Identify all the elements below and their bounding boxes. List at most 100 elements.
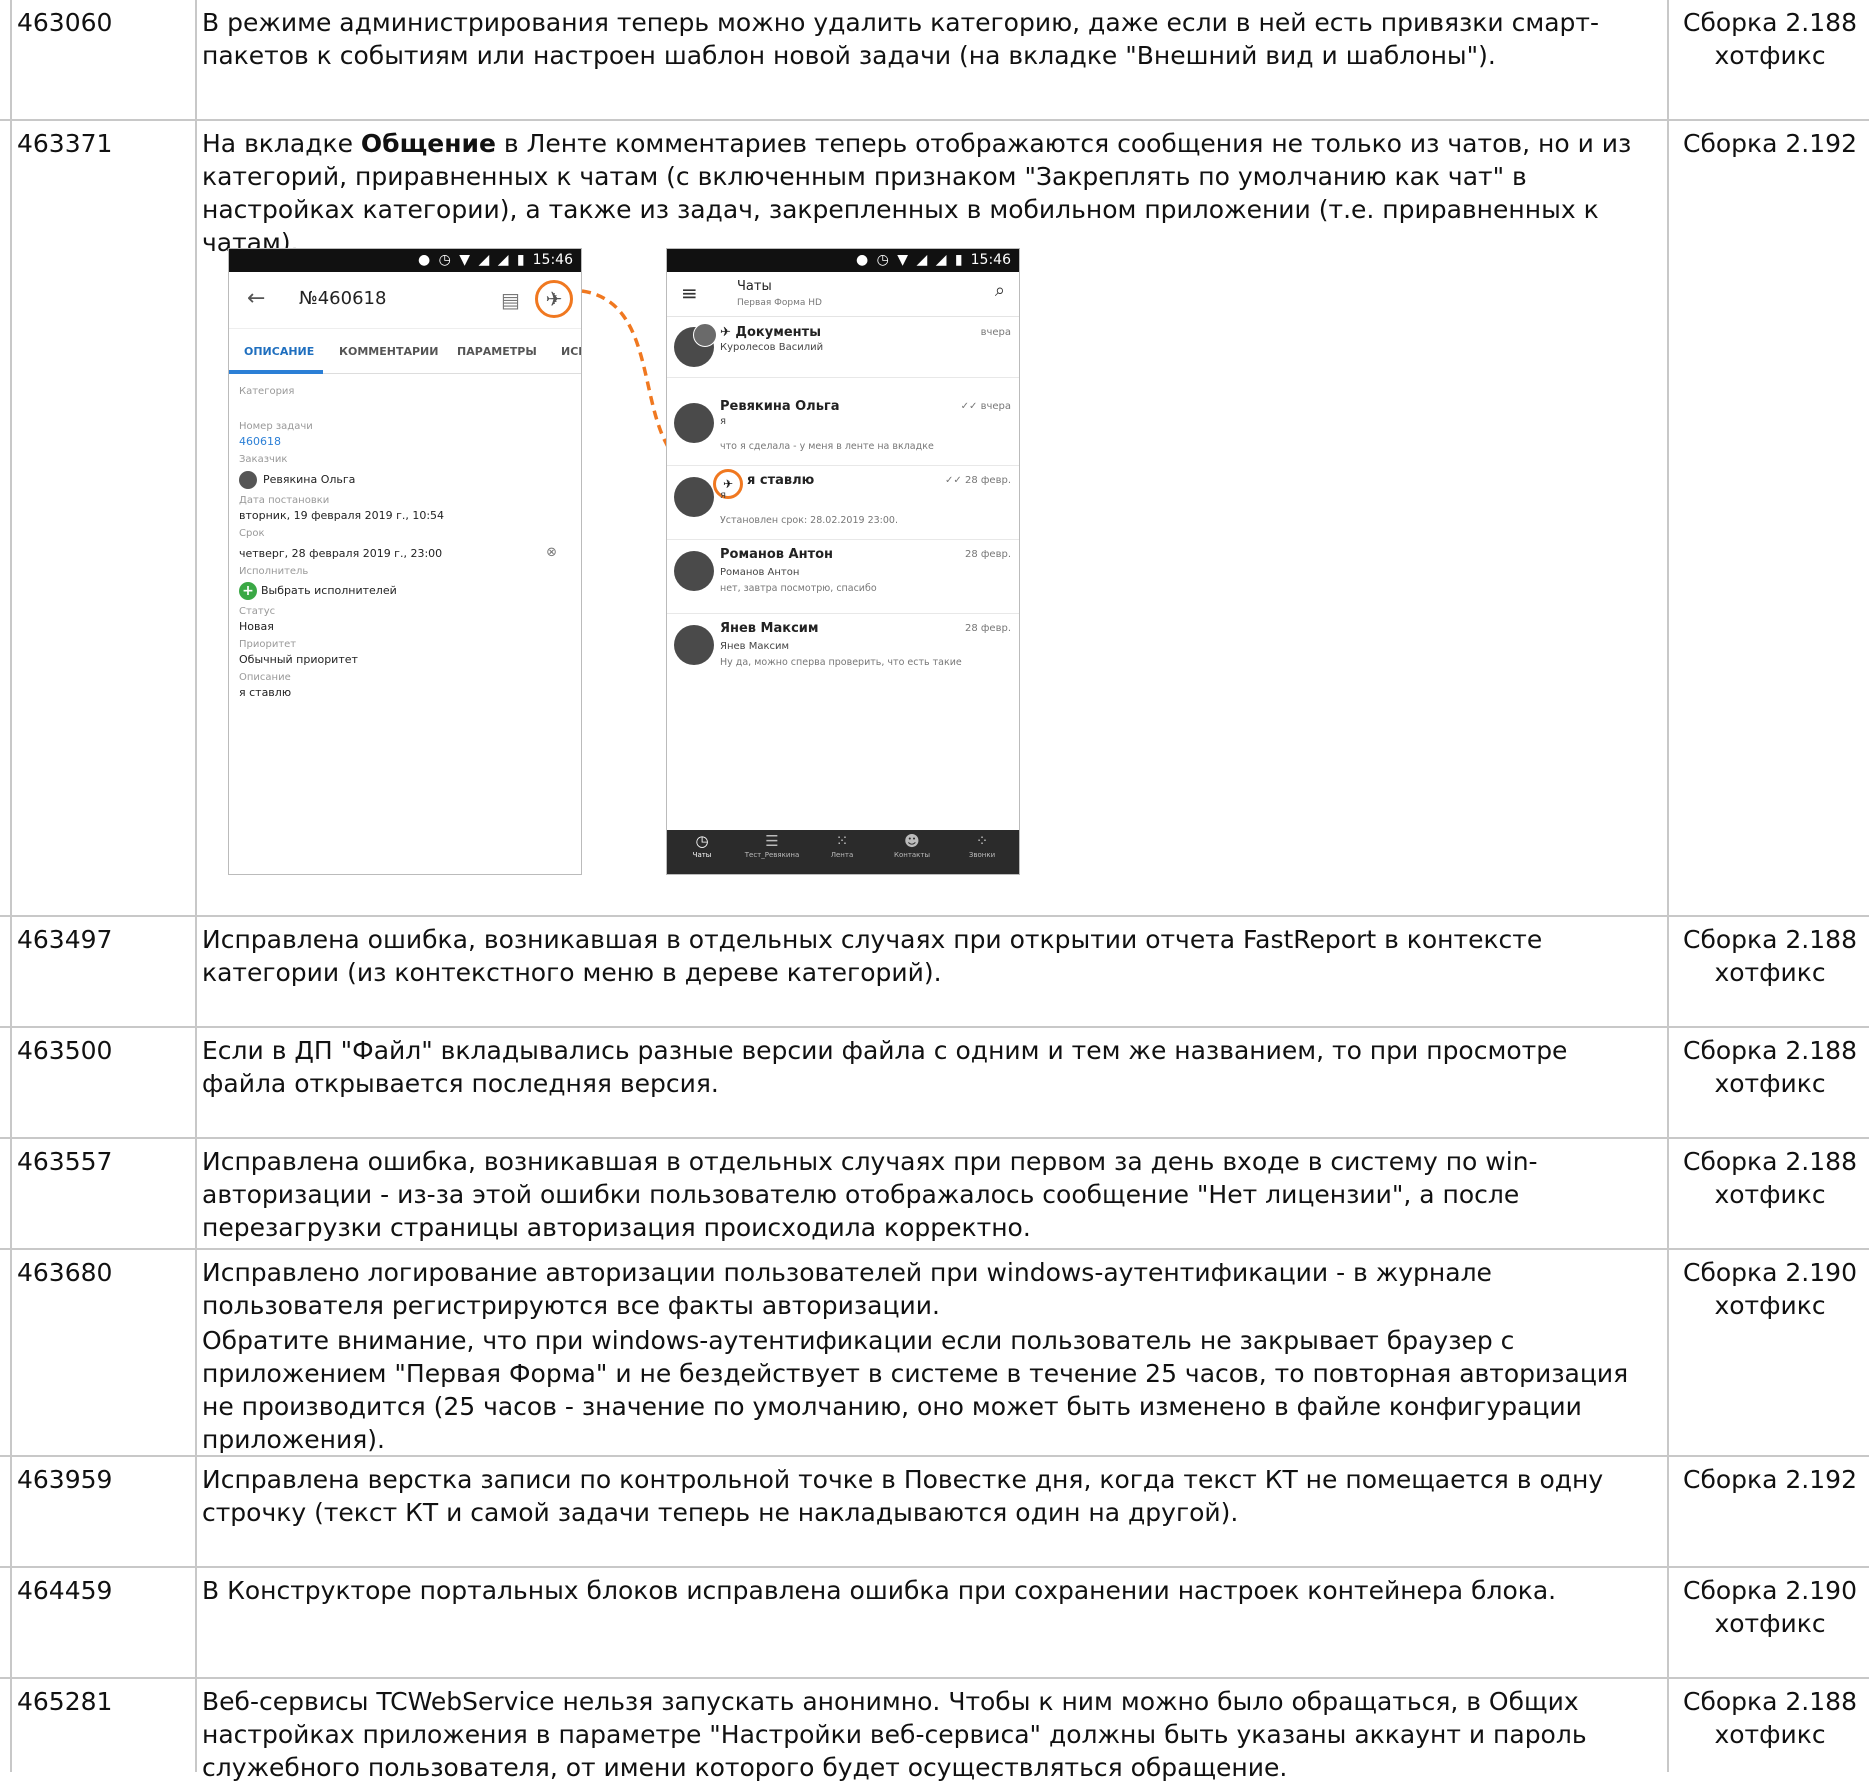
double-check-icon: ✓✓ [945, 475, 965, 486]
row-id: 463371 [17, 129, 113, 158]
table-row: 463959 Исправлена верстка записи по конт… [0, 1457, 1869, 1568]
row-id: 463959 [17, 1465, 113, 1494]
deadline-value[interactable]: четверг, 28 февраля 2019 г., 23:00 ⊗ [239, 545, 571, 560]
task-title: №460618 [299, 288, 387, 309]
field-label: Приоритет [239, 639, 297, 650]
table-row: 463557 Исправлена ошибка, возникавшая в … [0, 1139, 1869, 1250]
pin-icon: ✈ [713, 469, 743, 499]
chat-item[interactable]: Романов Антон 28 февр. Романов Антон нет… [667, 539, 1019, 614]
row-build: Сборка 2.188 хотфикс [1683, 1036, 1857, 1098]
table-row: 463680 Исправлено логирование авторизаци… [0, 1250, 1869, 1457]
avatar [674, 551, 714, 591]
row-description: Исправлено логирование авторизации польз… [202, 1258, 1629, 1454]
task-fields: Категория Номер задачи 460618 Заказчик Р… [229, 374, 581, 705]
field-label: Исполнитель [239, 566, 309, 577]
table-row: 464459 В Конструкторе портальных блоков … [0, 1568, 1869, 1679]
row-build: Сборка 2.190 хотфикс [1683, 1576, 1857, 1638]
table-row: 463500 Если в ДП "Файл" вкладывались раз… [0, 1028, 1869, 1139]
field-label: Срок [239, 528, 265, 539]
table-row: 463060 В режиме администрирования теперь… [0, 0, 1869, 121]
task-tabs: ОПИСАНИЕ КОММЕНТАРИИ ПАРАМЕТРЫ ИСП [229, 329, 581, 374]
chats-subtitle: Первая Форма HD [737, 298, 822, 308]
table-row: 463371 На вкладке Общение в Ленте коммен… [0, 121, 1869, 917]
chat-item[interactable]: Янев Максим 28 февр. Янев Максим Ну да, … [667, 613, 1019, 687]
table-row: 463497 Исправлена ошибка, возникавшая в … [0, 917, 1869, 1028]
field-label: Описание [239, 672, 291, 683]
chats-header: ≡ Чаты Первая Форма HD ⌕ [667, 272, 1019, 317]
row-id: 463680 [17, 1258, 113, 1287]
nav-chats[interactable]: ◷ Чаты [667, 832, 737, 859]
field-value: я ставлю [239, 686, 292, 699]
row-description: В Конструкторе портальных блоков исправл… [202, 1576, 1557, 1605]
row-description: В режиме администрирования теперь можно … [202, 8, 1599, 70]
list-icon: ☰ [765, 832, 779, 850]
task-header: ← №460618 ▤ ✈ [229, 272, 581, 329]
nav-feed[interactable]: ⁙ Лента [807, 832, 877, 859]
row-build: Сборка 2.188 хотфикс [1683, 1687, 1857, 1749]
task-number-link[interactable]: 460618 [239, 435, 571, 448]
column-divider [195, 0, 197, 1772]
tab-parameters[interactable]: ПАРАМЕТРЫ [457, 345, 537, 358]
avatar [674, 403, 714, 443]
changelog-table: 463060 В режиме администрирования теперь… [0, 0, 1869, 1782]
menu-icon[interactable]: ≡ [681, 281, 698, 305]
clear-icon[interactable]: ⊗ [546, 545, 557, 560]
status-bar: ● ◷ ▼ ◢ ◢ ▮ 15:46 [229, 249, 581, 272]
row-description: Исправлена ошибка, возникавшая в отдельн… [202, 925, 1543, 987]
nav-test[interactable]: ☰ Тест_Ревякина [737, 832, 807, 859]
document-icon[interactable]: ▤ [501, 288, 520, 312]
chat-item[interactable]: ✈ я ставлю ✓✓ 28 февр. я Установлен срок… [667, 465, 1019, 540]
avatar [693, 323, 717, 347]
row-build: Сборка 2.192 [1683, 129, 1857, 158]
row-build: Сборка 2.192 [1683, 1465, 1857, 1494]
row-description: На вкладке Общение в Ленте комментариев … [202, 129, 1632, 257]
field-label: Статус [239, 606, 276, 617]
plus-icon: + [239, 582, 257, 600]
nav-contacts[interactable]: ☻ Контакты [877, 832, 947, 859]
back-arrow-icon[interactable]: ← [247, 286, 265, 311]
active-tab-indicator [229, 370, 323, 374]
avatar [674, 477, 714, 517]
tab-description[interactable]: ОПИСАНИЕ [244, 345, 314, 358]
status-bar: ● ◷ ▼ ◢ ◢ ▮ 15:46 [667, 249, 1019, 272]
chat-item[interactable]: Ревякина Ольга ✓✓ вчера я что я сделала … [667, 391, 1019, 466]
grid-icon: ⁙ [835, 832, 849, 850]
row-build: Сборка 2.188 хотфикс [1683, 1147, 1857, 1209]
avatar [239, 471, 257, 489]
field-value: Обычный приоритет [239, 653, 358, 666]
avatar [674, 625, 714, 665]
field-label: Номер задачи [239, 421, 313, 432]
bottom-nav: ◷ Чаты ☰ Тест_Ревякина ⁙ Лента ☻ Контакты ⁘ З… [667, 830, 1019, 874]
row-build: Сборка 2.188 хотфикс [1683, 925, 1857, 987]
row-id: 463497 [17, 925, 113, 954]
people-icon: ☻ [904, 832, 920, 850]
clock-icon: ◷ [695, 832, 709, 850]
pin-icon[interactable]: ✈ [535, 280, 573, 318]
nav-calls[interactable]: ⁘ Звонки [947, 832, 1017, 859]
field-label: Категория [239, 386, 295, 397]
pin-icon: ✈ [720, 325, 736, 340]
row-description: Исправлена ошибка, возникавшая в отдельн… [202, 1147, 1538, 1242]
row-id: 463557 [17, 1147, 113, 1176]
double-check-icon: ✓✓ [960, 401, 981, 412]
dialpad-icon: ⁘ [975, 832, 989, 850]
column-divider [10, 0, 12, 1772]
row-id: 465281 [17, 1687, 113, 1716]
row-id: 463060 [17, 8, 113, 37]
row-build: Сборка 2.190 хотфикс [1683, 1258, 1857, 1320]
field-value: вторник, 19 февраля 2019 г., 10:54 [239, 509, 445, 522]
assign-executor[interactable]: + Выбрать исполнителей [239, 582, 571, 600]
row-id: 463500 [17, 1036, 113, 1065]
row-description: Если в ДП "Файл" вкладывались разные вер… [202, 1036, 1568, 1098]
field-label: Дата постановки [239, 495, 330, 506]
column-divider [1667, 0, 1669, 1772]
search-icon[interactable]: ⌕ [995, 280, 1005, 301]
row-id: 464459 [17, 1576, 113, 1605]
chats-title: Чаты [737, 279, 772, 294]
chat-item[interactable]: ✈ Документы вчера Куролесов Василий [667, 317, 1019, 378]
customer-value[interactable]: Ревякина Ольга [239, 471, 571, 489]
task-screenshot: ● ◷ ▼ ◢ ◢ ▮ 15:46 ← №460618 ▤ ✈ ОПИСАНИЕ … [228, 248, 582, 875]
field-value: Новая [239, 620, 274, 633]
row-build: Сборка 2.188 хотфикс [1683, 8, 1857, 70]
tab-comments[interactable]: КОММЕНТАРИИ [339, 345, 438, 358]
